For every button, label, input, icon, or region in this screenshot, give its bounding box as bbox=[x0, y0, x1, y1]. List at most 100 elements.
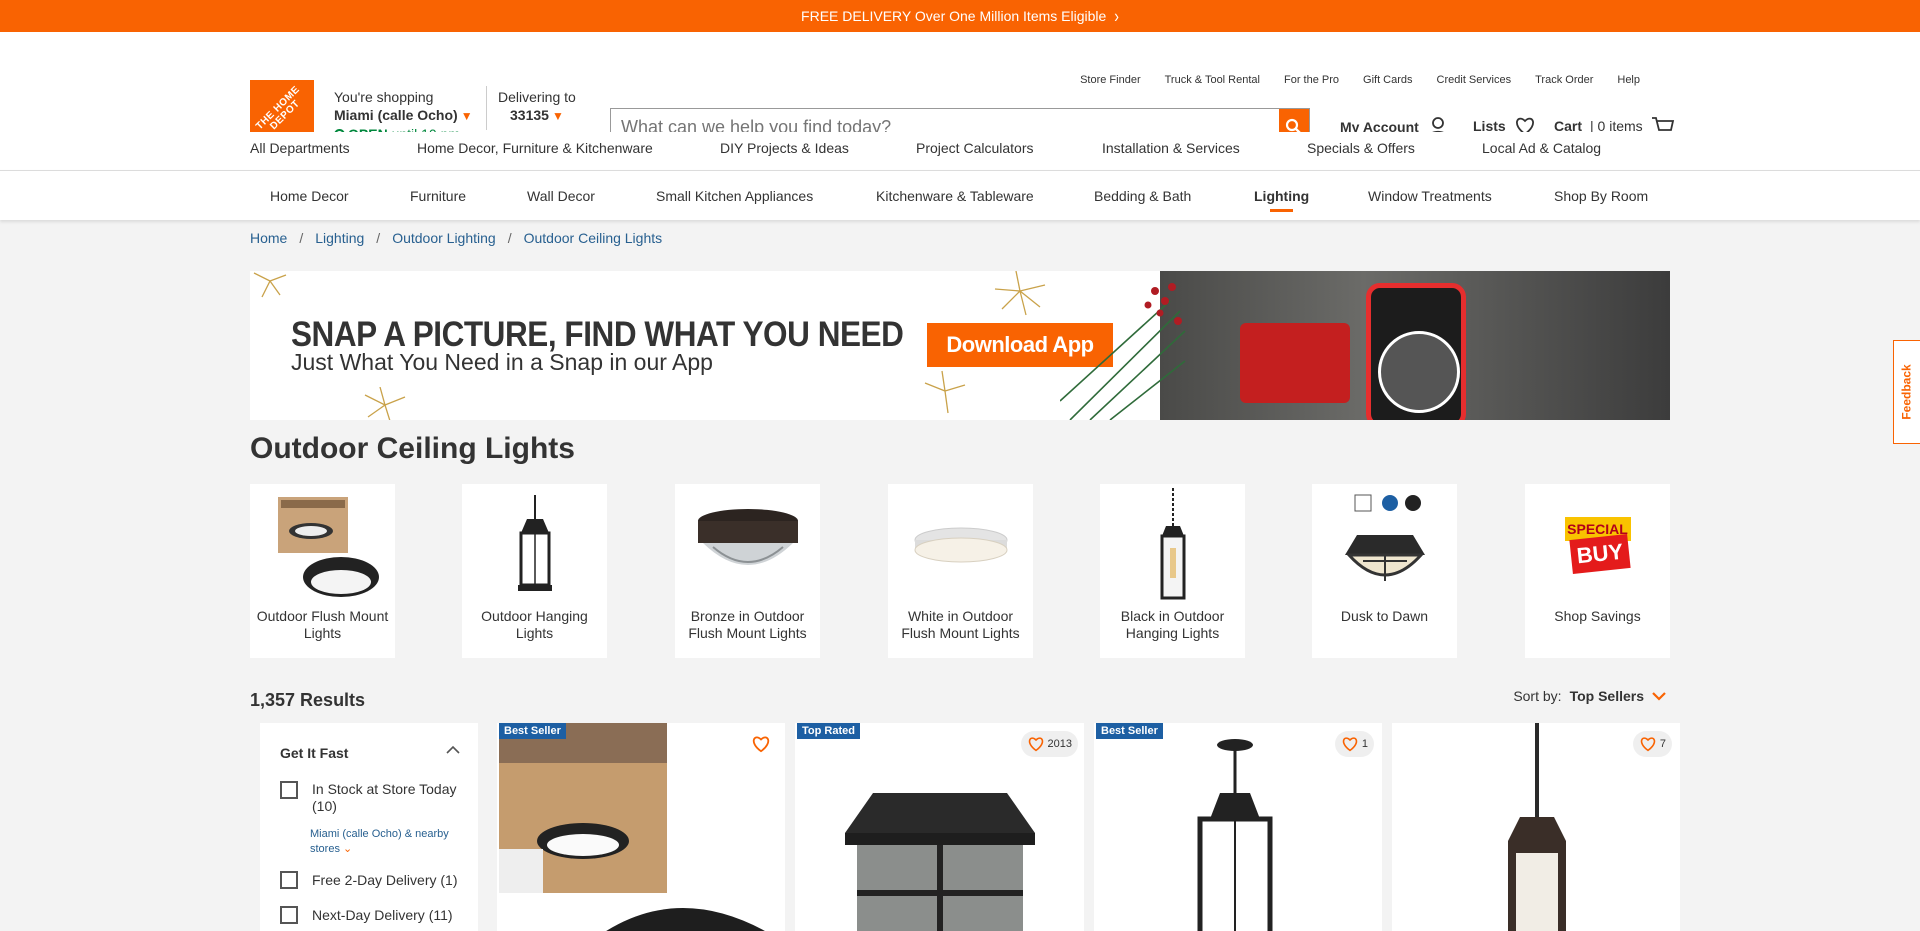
subnav-bedding-bath[interactable]: Bedding & Bath bbox=[1094, 188, 1191, 204]
best-seller-badge: Best Seller bbox=[499, 723, 566, 739]
delivery-zip-selector[interactable]: Delivering to 33135 ▼ bbox=[498, 88, 576, 125]
store-nearby-link[interactable]: Miami (calle Ocho) & nearby stores ⌄ bbox=[310, 827, 460, 857]
category-label: Bronze in Outdoor Flush Mount Lights bbox=[688, 608, 807, 641]
chevron-up-icon[interactable] bbox=[446, 745, 460, 755]
filter-label: Free 2-Day Delivery (1) bbox=[312, 872, 458, 888]
top-rated-badge: Top Rated bbox=[797, 723, 860, 739]
category-tiles: Outdoor Flush Mount Lights Outdoor Hangi… bbox=[250, 484, 1670, 658]
heart-icon bbox=[1342, 737, 1358, 752]
util-link-track-order[interactable]: Track Order bbox=[1535, 74, 1593, 86]
category-label: Shop Savings bbox=[1554, 608, 1641, 624]
category-tile-flush-mount[interactable]: Outdoor Flush Mount Lights bbox=[250, 484, 395, 658]
banner-subhead: Just What You Need in a Snap in our App bbox=[291, 349, 713, 375]
results-count: 1,357 Results bbox=[250, 690, 366, 710]
nav-diy-projects[interactable]: DIY Projects & Ideas bbox=[720, 140, 849, 156]
category-label: White in Outdoor Flush Mount Lights bbox=[901, 608, 1020, 641]
product-card[interactable]: 7 bbox=[1392, 723, 1680, 931]
favorite-button[interactable] bbox=[745, 731, 777, 757]
category-tile-bronze-flush[interactable]: Bronze in Outdoor Flush Mount Lights bbox=[675, 484, 820, 658]
subnav-lighting[interactable]: Lighting bbox=[1254, 188, 1309, 212]
category-tile-black-hanging[interactable]: Black in Outdoor Hanging Lights bbox=[1100, 484, 1245, 658]
nav-specials-offers[interactable]: Specials & Offers bbox=[1307, 140, 1415, 156]
heart-icon bbox=[1640, 737, 1656, 752]
favorite-button[interactable]: 1 bbox=[1334, 731, 1374, 757]
feedback-tab[interactable]: Feedback bbox=[1893, 340, 1920, 444]
nav-home-decor-furniture[interactable]: Home Decor, Furniture & Kitchenware bbox=[417, 140, 653, 156]
product-image bbox=[1508, 723, 1566, 931]
subnav-window-treatments[interactable]: Window Treatments bbox=[1368, 188, 1492, 204]
util-link-gift-cards[interactable]: Gift Cards bbox=[1363, 74, 1413, 86]
best-seller-badge: Best Seller bbox=[1096, 723, 1163, 739]
breadcrumb: Home / Lighting / Outdoor Lighting / Out… bbox=[250, 230, 662, 246]
category-tile-hanging[interactable]: Outdoor Hanging Lights bbox=[462, 484, 607, 658]
favorite-button[interactable]: 2013 bbox=[1020, 731, 1078, 757]
filter-label: In Stock at Store Today (10) bbox=[312, 781, 457, 814]
delivery-label: Delivering to bbox=[498, 89, 576, 105]
util-link-credit-services[interactable]: Credit Services bbox=[1437, 74, 1512, 86]
heart-icon bbox=[752, 736, 770, 753]
breadcrumb-outdoor-lighting[interactable]: Outdoor Lighting bbox=[392, 230, 496, 246]
special-buy-icon: SPECIAL BUY bbox=[1525, 484, 1670, 608]
category-label: Black in Outdoor Hanging Lights bbox=[1120, 608, 1225, 641]
filter-checkbox-next-day[interactable] bbox=[280, 906, 298, 924]
product-card[interactable]: Best Seller bbox=[497, 723, 785, 931]
breadcrumb-separator: / bbox=[376, 230, 381, 246]
promo-bar[interactable]: FREE DELIVERY Over One Million Items Eli… bbox=[0, 0, 1920, 32]
chevron-down-icon bbox=[1652, 692, 1666, 701]
breadcrumb-outdoor-ceiling-lights[interactable]: Outdoor Ceiling Lights bbox=[524, 230, 663, 246]
subnav-kitchenware-tableware[interactable]: Kitchenware & Tableware bbox=[876, 188, 1034, 204]
category-label: Outdoor Flush Mount Lights bbox=[256, 608, 389, 641]
product-image bbox=[499, 723, 765, 931]
subnav-furniture[interactable]: Furniture bbox=[410, 188, 466, 204]
black-hanging-light-icon bbox=[1100, 484, 1245, 608]
nav-project-calculators[interactable]: Project Calculators bbox=[916, 140, 1034, 156]
heart-icon bbox=[1028, 737, 1043, 752]
breadcrumb-separator: / bbox=[507, 230, 512, 246]
sub-nav: Home Decor Furniture Wall Decor Small Ki… bbox=[0, 171, 1920, 220]
subnav-small-kitchen-appliances[interactable]: Small Kitchen Appliances bbox=[656, 188, 813, 204]
promo-text: FREE DELIVERY Over One Million Items Eli… bbox=[801, 8, 1107, 24]
util-link-store-finder[interactable]: Store Finder bbox=[1080, 74, 1141, 86]
util-link-help[interactable]: Help bbox=[1617, 74, 1640, 86]
favorite-count: 2013 bbox=[1047, 738, 1072, 750]
subnav-home-decor[interactable]: Home Decor bbox=[270, 188, 349, 204]
subnav-wall-decor[interactable]: Wall Decor bbox=[527, 188, 595, 204]
chevron-down-icon: ▼ bbox=[551, 109, 564, 123]
filter-label: Next-Day Delivery (11) bbox=[312, 907, 453, 923]
breadcrumb-home[interactable]: Home bbox=[250, 230, 287, 246]
starburst-decoration bbox=[994, 271, 1046, 316]
app-promo-banner[interactable]: SNAP A PICTURE, FIND WHAT YOU NEED Just … bbox=[250, 271, 1670, 420]
filter-checkbox-2-day[interactable] bbox=[280, 871, 298, 889]
sort-value: Top Sellers bbox=[1569, 688, 1644, 704]
subnav-shop-by-room[interactable]: Shop By Room bbox=[1554, 188, 1648, 204]
filter-heading: Get It Fast bbox=[280, 745, 349, 761]
nav-installation-services[interactable]: Installation & Services bbox=[1102, 140, 1240, 156]
filter-checkbox-in-stock[interactable] bbox=[280, 781, 298, 799]
nav-all-departments[interactable]: All Departments bbox=[250, 140, 350, 156]
main-nav: All Departments Home Decor, Furniture & … bbox=[0, 132, 1920, 164]
category-tile-dusk-to-dawn[interactable]: Dusk to Dawn bbox=[1312, 484, 1457, 658]
chevron-down-icon: ⌄ bbox=[343, 843, 353, 855]
divider bbox=[486, 86, 487, 130]
category-label: Outdoor Hanging Lights bbox=[481, 608, 588, 641]
breadcrumb-lighting[interactable]: Lighting bbox=[315, 230, 364, 246]
util-link-truck-rental[interactable]: Truck & Tool Rental bbox=[1165, 74, 1260, 86]
sort-dropdown[interactable]: Sort by: Top Sellers bbox=[1513, 688, 1666, 704]
utility-links: Store Finder Truck & Tool Rental For the… bbox=[1080, 74, 1640, 86]
nav-local-ad-catalog[interactable]: Local Ad & Catalog bbox=[1482, 140, 1601, 156]
category-tile-white-flush[interactable]: White in Outdoor Flush Mount Lights bbox=[888, 484, 1033, 658]
buy-label: BUY bbox=[1568, 534, 1631, 574]
store-name: Miami (calle Ocho) bbox=[334, 107, 458, 123]
product-card[interactable]: Best Seller 1 bbox=[1094, 723, 1382, 931]
favorite-count: 7 bbox=[1659, 738, 1666, 750]
category-tile-shop-savings[interactable]: SPECIAL BUY Shop Savings bbox=[1525, 484, 1670, 658]
favorite-button[interactable]: 7 bbox=[1632, 731, 1672, 757]
delivery-zip: 33135 bbox=[510, 107, 549, 123]
chevron-right-icon: › bbox=[1114, 5, 1119, 27]
holly-decoration bbox=[1060, 283, 1186, 420]
product-card[interactable]: Top Rated 2013 bbox=[795, 723, 1084, 931]
category-label: Dusk to Dawn bbox=[1340, 608, 1429, 624]
store-nearby-link-text: Miami (calle Ocho) & nearby stores bbox=[310, 828, 449, 855]
util-link-for-the-pro[interactable]: For the Pro bbox=[1284, 74, 1339, 86]
page-title: Outdoor Ceiling Lights bbox=[250, 432, 575, 465]
